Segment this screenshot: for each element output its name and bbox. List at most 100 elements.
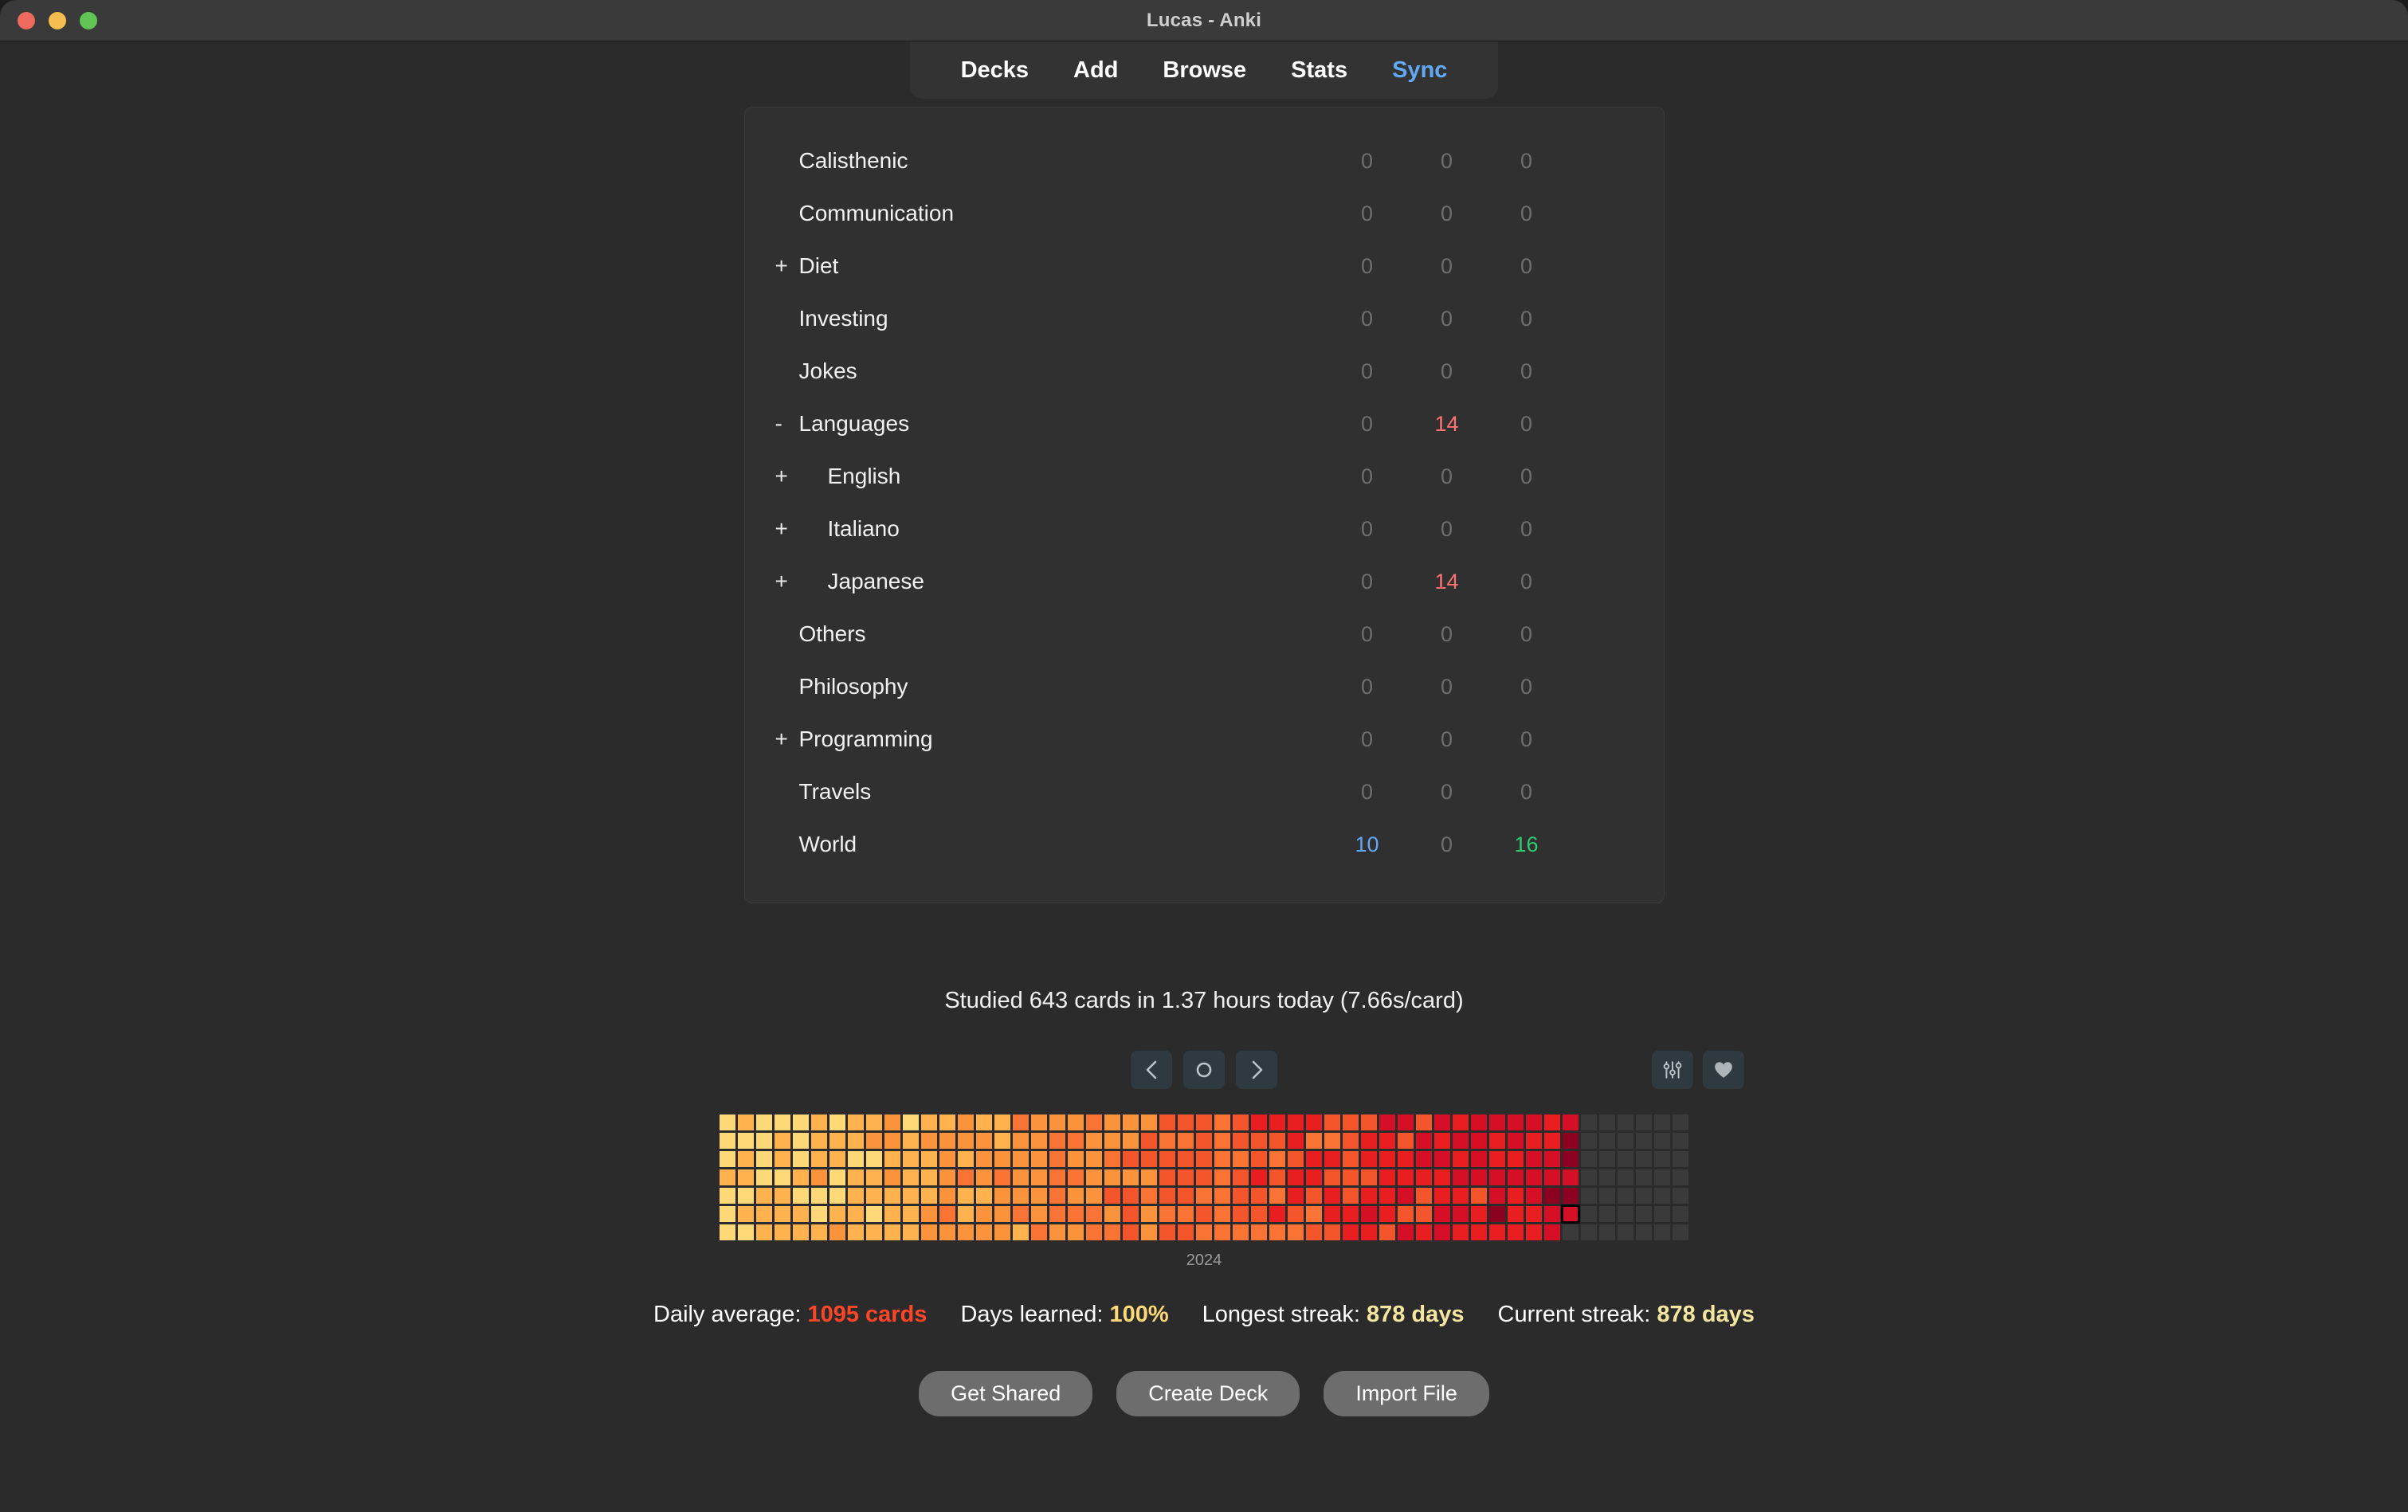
heatmap-day-cell[interactable] [1306, 1188, 1322, 1204]
heatmap-day-cell[interactable] [738, 1133, 754, 1149]
heatmap-day-cell[interactable] [1159, 1151, 1175, 1167]
heatmap-day-cell[interactable] [903, 1151, 919, 1167]
heatmap-day-cell[interactable] [738, 1169, 754, 1185]
heatmap-day-cell[interactable] [1269, 1114, 1285, 1130]
deck-name[interactable]: Others [799, 621, 1328, 647]
heatmap-day-cell[interactable] [1489, 1206, 1505, 1222]
heatmap-day-cell[interactable] [1618, 1206, 1633, 1222]
heatmap-day-cell[interactable] [1379, 1133, 1395, 1149]
deck-row[interactable]: + English 0 0 0 [745, 450, 1664, 503]
heatmap-day-cell[interactable] [939, 1114, 955, 1130]
heatmap-day-cell[interactable] [1343, 1188, 1359, 1204]
heatmap-day-cell[interactable] [1489, 1151, 1505, 1167]
heatmap-day-cell[interactable] [1141, 1224, 1157, 1240]
heatmap-day-cell[interactable] [1471, 1133, 1487, 1149]
heatmap-day-cell[interactable] [1398, 1169, 1414, 1185]
heatmap-day-cell[interactable] [1233, 1188, 1249, 1204]
heatmap-day-cell[interactable] [1398, 1114, 1414, 1130]
heatmap-day-cell[interactable] [1453, 1114, 1469, 1130]
heatmap-day-cell[interactable] [1434, 1114, 1450, 1130]
heatmap-day-cell[interactable] [1251, 1224, 1267, 1240]
heatmap-day-cell[interactable] [903, 1133, 919, 1149]
heatmap-day-cell[interactable] [1489, 1169, 1505, 1185]
heatmap-day-cell[interactable] [1526, 1188, 1542, 1204]
heatmap-day-cell[interactable] [1489, 1224, 1505, 1240]
heatmap-day-cell[interactable] [1214, 1169, 1230, 1185]
heatmap-day-cell[interactable] [994, 1224, 1010, 1240]
heatmap-day-cell[interactable] [720, 1188, 735, 1204]
heatmap-day-cell[interactable] [1416, 1224, 1432, 1240]
heatmap-day-cell[interactable] [958, 1169, 974, 1185]
heatmap-day-cell[interactable] [1471, 1224, 1487, 1240]
heatmap-day-cell[interactable] [1416, 1206, 1432, 1222]
create-deck-button[interactable]: Create Deck [1116, 1371, 1300, 1416]
heatmap-day-cell[interactable] [1343, 1151, 1359, 1167]
heatmap-day-cell[interactable] [1159, 1114, 1175, 1130]
heatmap-day-cell[interactable] [756, 1188, 772, 1204]
heatmap-day-cell[interactable] [1196, 1133, 1212, 1149]
heatmap-day-cell[interactable] [1544, 1114, 1560, 1130]
heatmap-day-cell[interactable] [1398, 1151, 1414, 1167]
heatmap-day-cell[interactable] [1508, 1224, 1524, 1240]
heatmap-day-cell[interactable] [1288, 1114, 1304, 1130]
heatmap-day-cell[interactable] [1123, 1206, 1139, 1222]
heatmap-day-cell[interactable] [738, 1114, 754, 1130]
heatmap-day-cell[interactable] [1324, 1188, 1340, 1204]
heatmap-day-cell[interactable] [1434, 1206, 1450, 1222]
deck-row[interactable]: Jokes 0 0 0 [745, 345, 1664, 398]
heatmap-day-cell[interactable] [1214, 1188, 1230, 1204]
heatmap-day-cell[interactable] [994, 1188, 1010, 1204]
expand-icon[interactable]: + [775, 570, 799, 593]
heatmap-day-cell[interactable] [738, 1188, 754, 1204]
heatmap-day-cell[interactable] [756, 1114, 772, 1130]
heatmap-day-cell[interactable] [1618, 1151, 1633, 1167]
heatmap-day-cell[interactable] [903, 1114, 919, 1130]
heatmap-day-cell[interactable] [994, 1151, 1010, 1167]
heatmap-day-cell[interactable] [921, 1133, 937, 1149]
heatmap-day-cell[interactable] [793, 1224, 809, 1240]
heatmap-day-cell[interactable] [1563, 1133, 1579, 1149]
deck-name[interactable]: Philosophy [799, 674, 1328, 699]
heatmap-day-cell[interactable] [1196, 1188, 1212, 1204]
heatmap-day-cell[interactable] [921, 1224, 937, 1240]
heatmap-day-cell[interactable] [1013, 1169, 1029, 1185]
heatmap-day-cell[interactable] [921, 1114, 937, 1130]
heatmap-day-cell[interactable] [1049, 1224, 1065, 1240]
heatmap-day-cell[interactable] [903, 1224, 919, 1240]
deck-name[interactable]: Jokes [799, 358, 1328, 384]
heatmap-day-cell[interactable] [1636, 1114, 1652, 1130]
heatmap-day-cell[interactable] [738, 1206, 754, 1222]
heatmap-day-cell[interactable] [1031, 1133, 1047, 1149]
heatmap-day-cell[interactable] [1636, 1133, 1652, 1149]
heatmap-day-cell[interactable] [829, 1224, 845, 1240]
heatmap-day-cell[interactable] [1086, 1206, 1102, 1222]
heatmap-day-cell[interactable] [939, 1169, 955, 1185]
heatmap-day-cell[interactable] [866, 1224, 882, 1240]
heatmap-day-cell[interactable] [1434, 1151, 1450, 1167]
heatmap-day-cell[interactable] [958, 1151, 974, 1167]
heatmap-day-cell[interactable] [1324, 1206, 1340, 1222]
heatmap-day-cell[interactable] [1031, 1188, 1047, 1204]
deck-row[interactable]: + Programming 0 0 0 [745, 713, 1664, 766]
heatmap-day-cell[interactable] [1526, 1206, 1542, 1222]
nav-tab-stats[interactable]: Stats [1269, 41, 1370, 99]
heatmap-day-cell[interactable] [1563, 1114, 1579, 1130]
heatmap-day-cell[interactable] [1306, 1151, 1322, 1167]
heatmap-day-cell[interactable] [1251, 1169, 1267, 1185]
heatmap-day-cell[interactable] [1673, 1224, 1688, 1240]
deck-name[interactable]: Calisthenic [799, 148, 1328, 174]
heatmap-day-cell[interactable] [1398, 1206, 1414, 1222]
heatmap-day-cell[interactable] [1581, 1188, 1597, 1204]
heatmap-day-cell[interactable] [720, 1114, 735, 1130]
heatmap-day-cell[interactable] [1508, 1206, 1524, 1222]
heatmap-day-cell[interactable] [1178, 1151, 1194, 1167]
heatmap-day-cell[interactable] [1379, 1206, 1395, 1222]
heatmap-day-cell[interactable] [1599, 1206, 1615, 1222]
heatmap-day-cell[interactable] [1526, 1169, 1542, 1185]
deck-row[interactable]: - Languages 0 14 0 [745, 398, 1664, 450]
heatmap-day-cell[interactable] [866, 1169, 882, 1185]
heatmap-day-cell[interactable] [1068, 1206, 1084, 1222]
heatmap-day-cell[interactable] [1618, 1188, 1633, 1204]
heatmap-day-cell[interactable] [1618, 1133, 1633, 1149]
nav-tab-add[interactable]: Add [1051, 41, 1140, 99]
